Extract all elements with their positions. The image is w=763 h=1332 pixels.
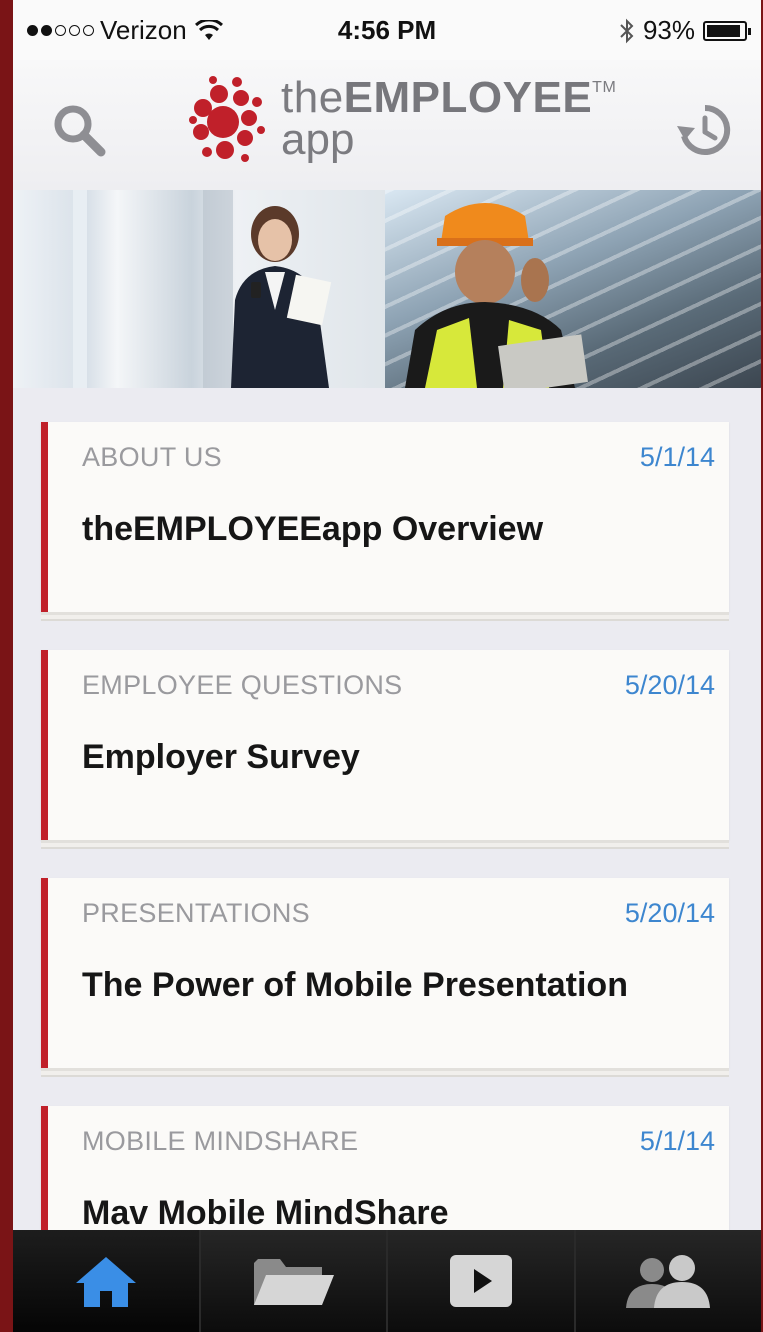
card-category: ABOUT US (82, 442, 222, 472)
history-icon (677, 104, 731, 155)
hero-photo-construction-worker (385, 190, 761, 388)
search-button[interactable] (51, 102, 107, 158)
hero-banner (13, 190, 761, 388)
card-date: 5/20/14 (624, 670, 715, 700)
card-category: EMPLOYEE QUESTIONS (82, 670, 403, 700)
status-right: 93% (619, 15, 751, 46)
worker-illustration (405, 203, 588, 388)
battery-percent: 93% (642, 15, 695, 45)
businesswoman-illustration (73, 190, 332, 388)
card-title: Employer Survey (82, 738, 360, 776)
folder-icon (254, 1259, 335, 1305)
tab-video[interactable] (386, 1230, 574, 1332)
tab-home[interactable] (13, 1230, 199, 1332)
card-title: The Power of Mobile Presentation (82, 966, 628, 1004)
phone-screen: Verizon 4:56 PM 93% theEMPLOYEETM app AB… (13, 0, 761, 1332)
feed-card[interactable]: MOBILE MINDSHARE 5/1/14 Mav Mobile MindS… (41, 1106, 729, 1230)
card-title: theEMPLOYEEapp Overview (82, 510, 544, 548)
news-feed[interactable]: ABOUT US 5/1/14 theEMPLOYEEapp Overview … (13, 388, 761, 1230)
card-category: MOBILE MINDSHARE (82, 1126, 359, 1156)
logo-trademark: TM (592, 79, 617, 96)
status-bar: Verizon 4:56 PM 93% (13, 0, 761, 60)
tab-bar (13, 1230, 761, 1332)
card-date: 5/1/14 (639, 1126, 715, 1156)
logo-dots-icon (189, 76, 265, 162)
card-date: 5/20/14 (624, 898, 715, 928)
app-header: theEMPLOYEETM app (13, 60, 761, 190)
feed-card[interactable]: EMPLOYEE QUESTIONS 5/20/14 Employer Surv… (41, 650, 729, 840)
home-icon (75, 1257, 136, 1307)
tab-folder[interactable] (198, 1230, 386, 1332)
search-icon (54, 105, 106, 157)
battery-level (707, 24, 741, 37)
card-title: Mav Mobile MindShare (82, 1194, 449, 1230)
app-logo: theEMPLOYEETM app (189, 70, 616, 180)
hero-photo-businesswoman (13, 190, 385, 388)
logo-bold: EMPLOYEE (343, 73, 593, 122)
logo-line2: app (281, 115, 355, 164)
people-icon (626, 1255, 711, 1308)
bluetooth-icon (620, 18, 634, 43)
battery-icon (703, 20, 751, 41)
play-icon (449, 1255, 512, 1307)
tab-people[interactable] (573, 1230, 761, 1332)
logo-wordmark: theEMPLOYEETM app (281, 76, 616, 162)
card-date: 5/1/14 (639, 442, 715, 472)
card-category: PRESENTATIONS (82, 898, 310, 928)
history-button[interactable] (675, 100, 735, 160)
feed-card[interactable]: PRESENTATIONS 5/20/14 The Power of Mobil… (41, 878, 729, 1068)
feed-card[interactable]: ABOUT US 5/1/14 theEMPLOYEEapp Overview (41, 422, 729, 612)
